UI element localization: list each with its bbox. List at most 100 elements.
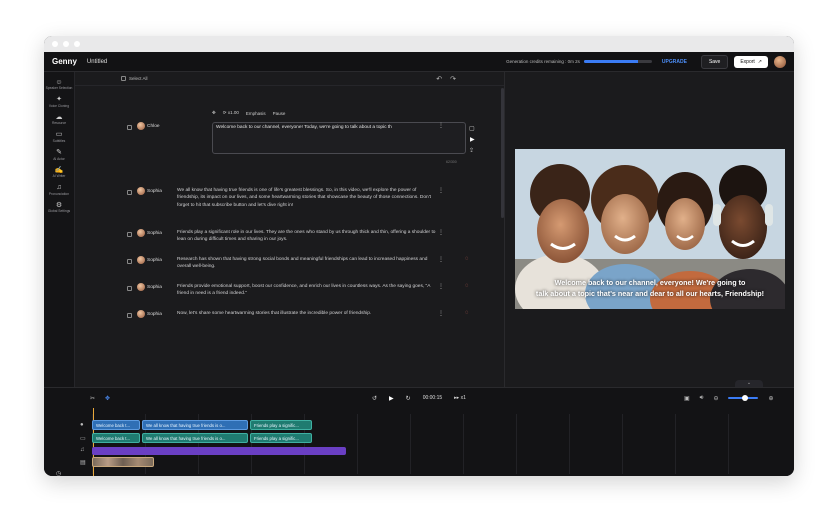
script-editor: Select All ↶ ↷ ✥ ⟳ x1.00 Emphasis Pause … xyxy=(75,72,505,387)
speaker-selector[interactable]: Sophia xyxy=(137,256,177,271)
more-options-icon[interactable]: ⋮ xyxy=(437,310,445,318)
speaker-selector[interactable]: Chloe xyxy=(137,122,177,130)
row-checkbox[interactable] xyxy=(127,286,132,291)
sidebar-item[interactable]: ⚙ Global Settings xyxy=(44,201,74,214)
row-checkbox[interactable] xyxy=(127,125,132,130)
script-line-text[interactable]: Friends play a significant role in our l… xyxy=(177,229,437,244)
subtitle-toggle-icon[interactable]: ▣ xyxy=(684,395,690,402)
caption-line-1: Welcome back to our channel, everyone! W… xyxy=(554,278,746,288)
speaker-selector[interactable]: Sophia xyxy=(137,229,177,244)
export-button[interactable]: Export ↗ xyxy=(734,55,768,68)
play-line-icon[interactable]: ▶ xyxy=(470,136,475,143)
timeline-clip[interactable]: Friends play a signific... xyxy=(250,433,312,443)
script-row[interactable]: Sophia Now, let's share some heartwarmin… xyxy=(127,310,445,318)
row-checkbox[interactable] xyxy=(127,259,132,264)
timeline-clip[interactable]: Friends play a signific... xyxy=(250,420,312,430)
sidebar-item[interactable]: ☺ Speaker Selection xyxy=(44,78,74,91)
zoom-slider-knob[interactable] xyxy=(741,395,748,401)
sidebar-item[interactable]: ✎ AI Actor xyxy=(44,149,74,162)
comment-icon[interactable]: ▢ xyxy=(469,125,475,132)
script-line-text[interactable]: Research has shown that having strong so… xyxy=(177,256,437,271)
ruler-gridline xyxy=(728,414,729,474)
speaker-icon: ☺ xyxy=(55,78,63,86)
script-line-text[interactable]: Now, let's share some heartwarming stori… xyxy=(177,310,437,318)
timeline-clip[interactable]: We all know that having true friends is … xyxy=(142,420,248,430)
zoom-slider[interactable] xyxy=(728,395,759,401)
speaker-track: Welcome back t... We all know that having… xyxy=(92,420,312,430)
speed-value: x1.00 xyxy=(227,110,239,115)
sidebar-item[interactable]: ☁ Resource xyxy=(44,113,74,126)
app-logo[interactable]: Genny xyxy=(52,57,77,66)
pin-icon[interactable]: ✥ xyxy=(212,110,216,116)
video-thumbnail-clip[interactable] xyxy=(92,457,154,467)
row-checkbox[interactable] xyxy=(127,232,132,237)
comment-icon[interactable]: ◌ xyxy=(465,310,469,316)
collapse-timeline-button[interactable]: ⌄ xyxy=(735,380,763,387)
credits-label: Generation credits remaining : 0m 2s xyxy=(506,59,580,64)
comment-icon[interactable]: ◌ xyxy=(465,256,469,262)
volume-icon[interactable]: 🔊︎ xyxy=(700,395,704,402)
app-header: Genny Untitled Generation credits remain… xyxy=(44,52,794,72)
speed-control[interactable]: ⟳ x1.00 xyxy=(223,110,239,116)
speaker-selector[interactable]: Sophia xyxy=(137,283,177,298)
sidebar-item-label: Voice Cloning xyxy=(48,103,70,108)
pause-button[interactable]: Pause xyxy=(273,111,286,116)
more-options-icon[interactable]: ⋮ xyxy=(437,122,445,130)
window-dot[interactable] xyxy=(63,41,69,47)
timeline-clip[interactable]: Welcome back t... xyxy=(92,420,140,430)
speaker-selector[interactable]: Sophia xyxy=(137,310,177,318)
more-options-icon[interactable]: ⋮ xyxy=(437,256,445,271)
sidebar-item[interactable]: ♫ Pronunciation xyxy=(44,184,74,197)
save-button[interactable]: Save xyxy=(700,54,729,69)
play-icon[interactable]: ▶ xyxy=(389,395,394,402)
sidebar: ☺ Speaker Selection ✦ Voice Cloning ☁ Reso… xyxy=(44,72,75,387)
script-row[interactable]: Sophia Research has shown that having st… xyxy=(127,256,445,271)
user-avatar[interactable] xyxy=(774,55,786,68)
scissors-icon[interactable]: ✂ xyxy=(90,395,95,402)
doc-title[interactable]: Untitled xyxy=(87,59,107,65)
window-dot[interactable] xyxy=(74,41,80,47)
sidebar-item[interactable]: ✍ AI Writer xyxy=(44,166,74,179)
forward-icon[interactable]: ↻ xyxy=(406,395,411,402)
script-line-text[interactable]: Friends provide emotional support, boost… xyxy=(177,283,437,298)
undo-icon[interactable]: ↶ xyxy=(436,75,442,83)
more-options-icon[interactable]: ⋮ xyxy=(437,229,445,244)
speaker-track-icon: ● xyxy=(80,422,84,428)
cloud-icon: ☁ xyxy=(55,113,63,121)
window-titlebar xyxy=(44,36,794,52)
row-checkbox[interactable] xyxy=(127,313,132,318)
magnet-icon[interactable]: ✥ xyxy=(105,395,110,402)
zoom-out-icon[interactable]: ⊖ xyxy=(713,395,718,402)
comment-icon[interactable]: ◌ xyxy=(465,283,469,289)
script-scrollbar[interactable] xyxy=(501,88,504,218)
timeline-clip[interactable]: We all know that having true friends is … xyxy=(142,433,248,443)
timeline-clip[interactable]: Welcome back t... xyxy=(92,433,140,443)
script-row[interactable]: Sophia We all know that having true frie… xyxy=(127,187,445,209)
row-checkbox[interactable] xyxy=(127,190,132,195)
script-row[interactable]: Sophia Friends play a significant role i… xyxy=(127,229,445,244)
redo-icon[interactable]: ↷ xyxy=(450,75,456,83)
window-dot[interactable] xyxy=(52,41,58,47)
upgrade-link[interactable]: UPGRADE xyxy=(662,59,687,65)
script-row[interactable]: Sophia Friends provide emotional support… xyxy=(127,283,445,298)
script-line-text[interactable]: We all know that having true friends is … xyxy=(177,187,437,209)
clock-icon[interactable]: ◷ xyxy=(56,470,61,476)
timeline-ruler xyxy=(92,408,794,474)
script-row[interactable]: Chloe ⋮ xyxy=(127,122,445,130)
zoom-in-icon[interactable]: ⊕ xyxy=(768,395,773,402)
sidebar-item-label: Global Settings xyxy=(47,209,71,214)
sidebar-item[interactable]: ▭ Subtitles xyxy=(44,131,74,144)
more-options-icon[interactable]: ⋮ xyxy=(437,187,445,209)
rewind-icon[interactable]: ↺ xyxy=(372,395,377,402)
video-preview[interactable]: Welcome back to our channel, everyone! W… xyxy=(515,149,785,309)
emphasis-button[interactable]: Emphasis xyxy=(246,111,266,116)
sidebar-item[interactable]: ✦ Voice Cloning xyxy=(44,96,74,109)
audio-waveform-clip[interactable] xyxy=(92,447,346,455)
select-all-label: Select All xyxy=(129,76,148,81)
select-all-checkbox[interactable] xyxy=(121,76,126,81)
more-options-icon[interactable]: ⋮ xyxy=(437,283,445,298)
speaker-avatar xyxy=(137,187,145,195)
speaker-selector[interactable]: Sophia xyxy=(137,187,177,209)
playback-speed[interactable]: ▸▸ x1 xyxy=(454,395,466,401)
share-icon[interactable]: ⇪ xyxy=(469,147,474,154)
